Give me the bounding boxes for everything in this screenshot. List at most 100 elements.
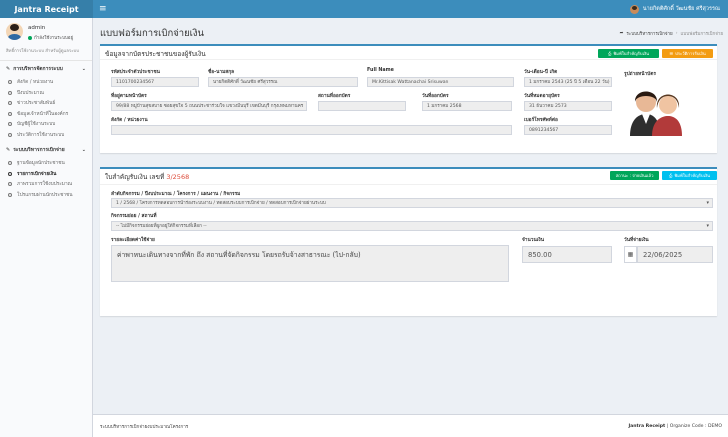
- calendar-icon[interactable]: ▦: [624, 246, 637, 263]
- breadcrumb-separator: ›: [675, 31, 678, 36]
- divider: [100, 184, 717, 185]
- name-th-label: ชื่อ-นามสกุล: [208, 70, 235, 75]
- sidebar-item-label: ปีงบประมาณ: [17, 90, 44, 96]
- name-en-field[interactable]: Mr.Kittisak Wattanachai Srisuwan: [367, 77, 514, 87]
- sidebar-item-program[interactable]: โปรแกรมผ่านนักประชาชน: [0, 190, 92, 201]
- pay-date-label: วันที่จ่ายเงิน: [624, 238, 649, 243]
- id-photo-image: [630, 91, 682, 136]
- pay-date-field[interactable]: 22/06/2025: [637, 246, 713, 263]
- circle-icon: [8, 80, 12, 85]
- user-status: กำลังใช้งานระบบอยู่: [28, 34, 73, 41]
- history-button[interactable]: ☰ ประวัติการรับเงิน: [662, 49, 713, 58]
- page-title: แบบฟอร์มการเบิกจ่ายเงิน: [100, 28, 205, 39]
- sidebar-item-label: ข้อมูลเจ้าหน้าที่ในองค์กร: [17, 111, 69, 117]
- menu-group-admin[interactable]: ✎ การบริหารจัดการระบบ ⌄: [0, 61, 92, 77]
- sidebar-item-label: โปรแกรมผ่านนักประชาชน: [17, 192, 73, 198]
- amount-field[interactable]: 850.00: [522, 246, 612, 263]
- sidebar-item-label: รายการเบิกจ่ายเงิน: [17, 171, 57, 177]
- menu-group-title: ระบบบริหารการเบิกจ่าย: [13, 147, 65, 153]
- subactivity-select[interactable]: -- ไม่มีกิจกรรมย่อยที่ผูกอยู่ใต้กิจกรรมท…: [111, 221, 713, 231]
- plan-select[interactable]: 1 / 2568 / โครงการทดสอบการนำร่องระบบงาน …: [111, 198, 713, 208]
- sidebar-item-budget-overview[interactable]: ภาพรวมการใช้งบประมาณ: [0, 179, 92, 190]
- app-brand[interactable]: Jantra Receipt: [0, 0, 93, 18]
- footer-org: | Organize Code : DEMO: [665, 424, 722, 429]
- menu-group-disbursement[interactable]: ✎ ระบบบริหารการเบิกจ่าย ⌄: [0, 142, 92, 158]
- print-receipt-button-2[interactable]: ⎙ พิมพ์ใบสำคัญรับเงิน: [662, 171, 717, 180]
- citizen-id-field[interactable]: 1101700234567: [111, 77, 199, 87]
- sidebar-item-citizen-db[interactable]: ฐานข้อมูลนักประชาชน: [0, 158, 92, 169]
- person-info-box: ข้อมูลจากบัตรประชาชนของผู้รับเงิน ⎙ พิมพ์…: [100, 44, 717, 153]
- name-th-field[interactable]: นายกิตติศักดิ์ วัฒนชัย ศรีสุวรรณ: [208, 77, 358, 87]
- box-title: ข้อมูลจากบัตรประชาชนของผู้รับเงิน: [105, 50, 206, 58]
- issue-date-field[interactable]: 1 มกราคม 2568: [422, 101, 512, 111]
- footer-brand[interactable]: Jantra Receipt: [628, 424, 665, 429]
- circle-icon: [8, 171, 12, 176]
- subactivity-label: กิจกรรมย่อย / สถานที่: [111, 214, 157, 219]
- sidebar-item-label: สังกัด / หน่วยงาน: [17, 80, 54, 86]
- receipt-number: 3/2568: [166, 173, 190, 181]
- sidebar-item-label: บัญชีผู้ใช้งานระบบ: [17, 122, 56, 128]
- menu-group-title: การบริหารจัดการระบบ: [13, 66, 63, 72]
- citizen-id-label: รหัสประจำตัวประชาชน: [111, 70, 160, 75]
- phone-field[interactable]: 0891234567: [524, 125, 612, 135]
- chevron-down-icon: ⌄: [81, 147, 86, 153]
- photo-label: รูปถ่ายหน้าบัตร: [624, 72, 656, 77]
- sidebar-item-agency[interactable]: สังกัด / หน่วยงาน: [0, 77, 92, 88]
- expiry-date-field[interactable]: 31 ธันวาคม 2573: [524, 101, 612, 111]
- agency-field[interactable]: [111, 125, 512, 135]
- circle-icon: [8, 101, 12, 106]
- sidebar-item-disbursement-list[interactable]: รายการเบิกจ่ายเงิน: [0, 169, 92, 180]
- sidebar-item-news[interactable]: ข่าวประชาสัมพันธ์: [0, 98, 92, 109]
- status-button[interactable]: สถานะ : จ่ายเงินแล้ว: [610, 171, 659, 180]
- sidebar-item-fiscal-year[interactable]: ปีงบประมาณ: [0, 88, 92, 99]
- circle-icon: [8, 122, 12, 127]
- name-en-label: Full Name: [367, 68, 394, 73]
- issuer-label: สถานที่ออกบัตร: [318, 94, 351, 99]
- birthdate-field[interactable]: 1 มกราคม 2543 (25 ปี 5 เดือน 22 วัน): [524, 77, 612, 87]
- expense-detail-textarea[interactable]: ค่าพาหนะเดินทางจากที่พัก ถึง สถานที่จัดก…: [111, 245, 509, 282]
- agency-label: สังกัด / หน่วยงาน: [111, 118, 148, 123]
- avatar: [6, 23, 23, 40]
- print-icon: ⎙: [608, 51, 612, 56]
- sidebar-item-staff[interactable]: ข้อมูลเจ้าหน้าที่ในองค์กร: [0, 109, 92, 120]
- receipt-title: ใบสำคัญรับเงิน เลขที่ 3/2568: [105, 172, 189, 182]
- top-user-name: นายกิตติศักดิ์ วัฒนชัย ศรีสุวรรณ: [642, 6, 720, 12]
- user-panel: admin กำลังใช้งานระบบอยู่: [0, 18, 92, 45]
- top-user-menu[interactable]: นายกิตติศักดิ์ วัฒนชัย ศรีสุวรรณ: [629, 0, 720, 18]
- online-dot-icon: [28, 35, 32, 40]
- address-field[interactable]: 99/88 หมู่บ้านสุขสบาย ซอยสุขใจ 5 ถนนประช…: [111, 101, 307, 111]
- expense-detail-label: รายละเอียดค่าใช้จ่าย: [111, 238, 155, 243]
- print-receipt-button[interactable]: ⎙ พิมพ์ใบสำคัญรับเงิน: [598, 49, 659, 58]
- top-navbar: Jantra Receipt ≡ นายกิตติศักดิ์ วัฒนชัย …: [0, 0, 728, 18]
- sidebar-item-history[interactable]: ประวัติการใช้งานระบบ: [0, 130, 92, 141]
- chevron-down-icon: ⌄: [81, 66, 86, 72]
- sidebar-item-label: ฐานข้อมูลนักประชาชน: [17, 161, 65, 167]
- footer-left: ระบบบริหารการเบิกจ่ายงบประมาณโครงการ: [100, 425, 189, 430]
- print-icon: ⎙: [669, 173, 673, 178]
- history-label: ประวัติการรับเงิน: [675, 51, 706, 56]
- hamburger-icon[interactable]: ≡: [99, 4, 107, 14]
- sidebar-note: สิทธิ์การใช้งานระบบ สำหรับผู้ดูแลระบบ: [0, 45, 92, 61]
- sidebar-item-accounts[interactable]: บัญชีผู้ใช้งานระบบ: [0, 119, 92, 130]
- receipt-title-prefix: ใบสำคัญรับเงิน เลขที่: [105, 173, 165, 181]
- breadcrumb-link[interactable]: ระบบบริหารการเบิกจ่าย: [626, 30, 672, 37]
- receipt-box: ใบสำคัญรับเงิน เลขที่ 3/2568 สถานะ : จ่า…: [100, 167, 717, 316]
- issuer-field[interactable]: [318, 101, 406, 111]
- breadcrumb: ➦ ระบบบริหารการเบิกจ่าย › แบบฟอร์มการเบิ…: [620, 30, 723, 37]
- edit-icon: ✎: [6, 66, 11, 72]
- circle-icon: [8, 161, 12, 166]
- sidebar-item-label: ประวัติการใช้งานระบบ: [17, 132, 65, 138]
- edit-icon: ✎: [6, 147, 11, 153]
- sidebar-user-name: admin: [28, 25, 46, 31]
- address-label: ที่อยู่ตามหน้าบัตร: [111, 94, 147, 99]
- circle-icon: [8, 111, 12, 116]
- plan-label: ลำดับกิจกรรม / ปีงบประมาณ / โครงการ / แผ…: [111, 192, 241, 197]
- expiry-date-label: วันที่หมดอายุบัตร: [524, 94, 560, 99]
- main-content: แบบฟอร์มการเบิกจ่ายเงิน ➦ ระบบบริหารการเ…: [93, 18, 728, 410]
- footer-right: Jantra Receipt | Organize Code : DEMO: [628, 424, 722, 429]
- sidebar: admin กำลังใช้งานระบบอยู่ สิทธิ์การใช้งา…: [0, 18, 93, 437]
- share-icon: ➦: [619, 31, 624, 36]
- phone-label: เบอร์โทรศัพท์ต่อ: [524, 118, 558, 123]
- divider: [100, 59, 717, 60]
- breadcrumb-current: แบบฟอร์มการเบิกจ่าย: [680, 32, 723, 37]
